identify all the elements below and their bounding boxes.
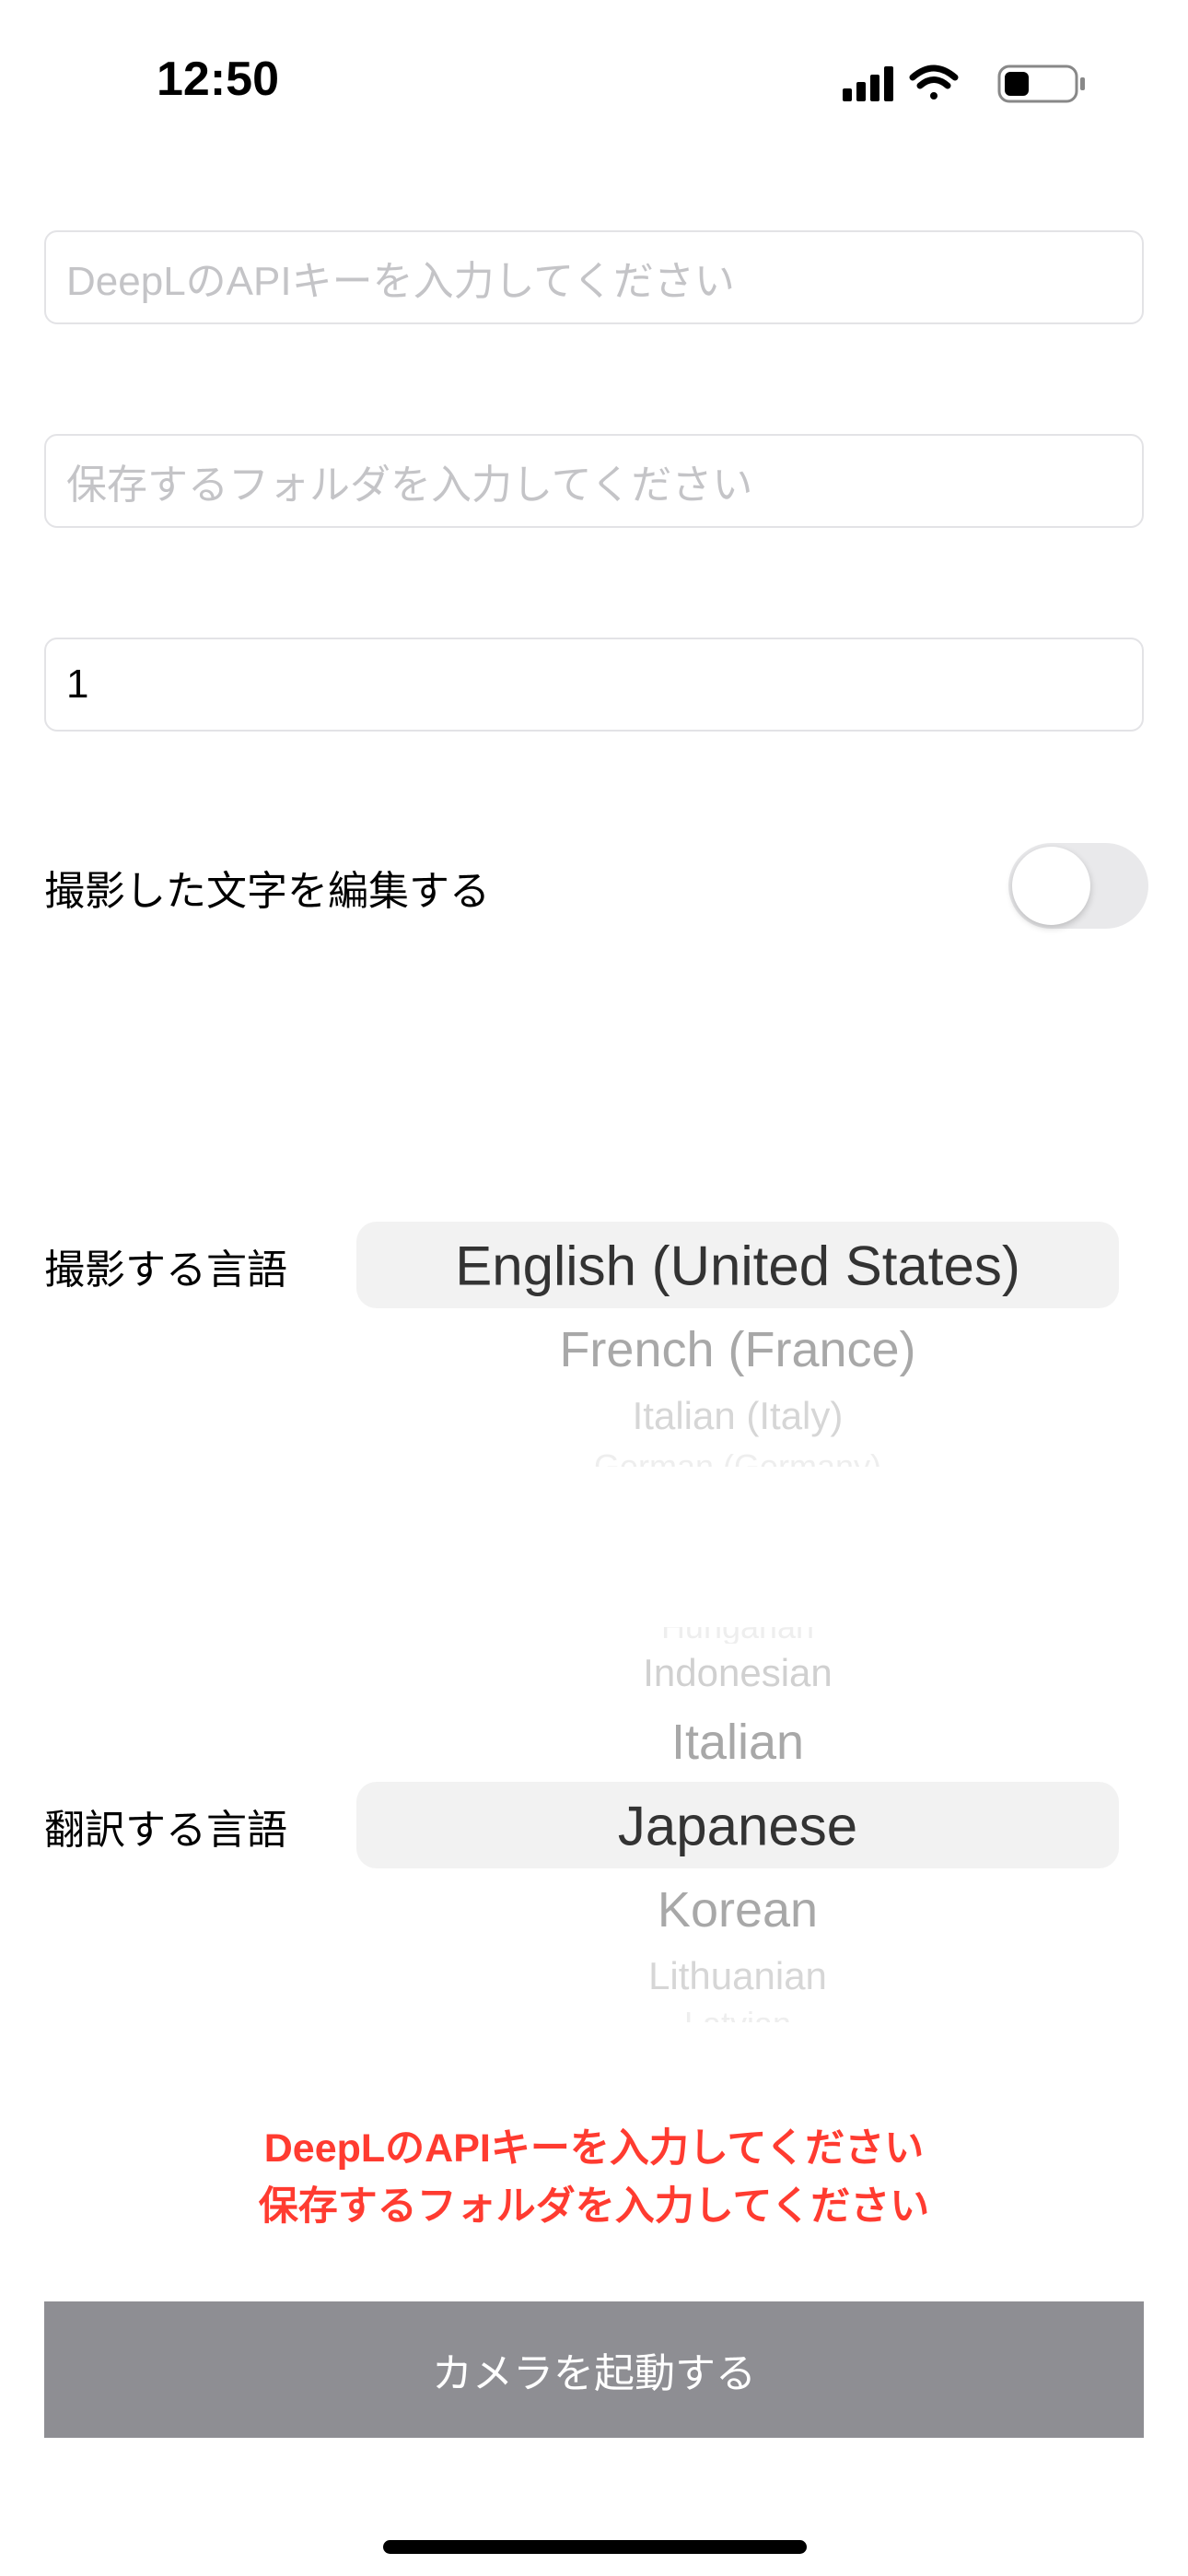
picker-item[interactable]: Korean [356,1881,1119,1938]
api-key-input[interactable]: DeepLのAPIキーを入力してください [44,230,1144,324]
folder-input[interactable]: 保存するフォルダを入力してください [44,434,1144,528]
picker-item[interactable]: Italian (Italy) [356,1394,1119,1438]
status-icons [843,64,1085,103]
error-message: DeepLのAPIキーを入力してください [263,2126,925,2171]
edit-toggle-label: 撮影した文字を編集する [44,869,490,914]
number-input[interactable]: 1 [44,638,1144,732]
launch-camera-button[interactable]: カメラを起動する [44,2301,1144,2438]
error-message: 保存するフォルダを入力してください [258,2184,930,2229]
picker-item[interactable]: English (United States) [356,1235,1119,1298]
picker-item[interactable]: Lithuanian [356,1954,1119,1998]
picker-item[interactable]: Indonesian [356,1651,1119,1695]
picker-item[interactable]: Japanese [356,1795,1119,1858]
wifi-icon [909,64,959,100]
picker-item[interactable]: Latvian [356,2006,1119,2022]
toggle-knob [1012,847,1090,925]
status-time: 12:50 [157,53,279,106]
picker-item[interactable]: Hungarian [356,1627,1119,1644]
picker-item[interactable]: French (France) [356,1321,1119,1378]
home-indicator[interactable] [383,2540,807,2554]
picker-item[interactable]: Italian [356,1714,1119,1771]
cellular-signal-icon [843,66,893,101]
target-language-label: 翻訳する言語 [44,1808,287,1853]
picker-item[interactable]: German (Germany) [356,1448,1119,1467]
edit-text-toggle[interactable] [1008,843,1148,929]
battery-low-icon [997,64,1085,103]
source-language-label: 撮影する言語 [44,1247,287,1293]
